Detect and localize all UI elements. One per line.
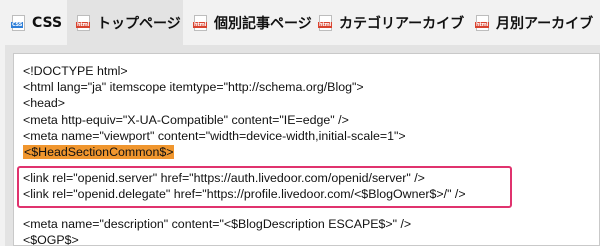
template-tab-bar: CSS CSS html トップページ html 個別記事ページ html カテ… <box>0 0 600 45</box>
html-file-icon: html <box>475 14 490 31</box>
tab-individual-article[interactable]: html 個別記事ページ <box>184 0 312 45</box>
code-line: <meta name="description" content="<$Blog… <box>23 217 412 231</box>
code-line: <html lang="ja" itemscope itemtype="http… <box>23 80 364 94</box>
code-line: <head> <box>23 96 66 110</box>
tab-label: 月別アーカイブ <box>496 15 594 32</box>
highlighted-tag: <$HeadSectionCommon$> <box>23 145 175 159</box>
tab-label: カテゴリアーカイブ <box>339 15 465 32</box>
code-line: <$HeadSectionCommon$> <box>23 144 175 160</box>
tab-top-page[interactable]: html トップページ <box>67 0 183 45</box>
code-line: <$OGP$> <box>23 233 79 246</box>
code-line: <meta http-equiv="X-UA-Compatible" conte… <box>23 113 349 127</box>
tab-label: 個別記事ページ <box>214 15 312 32</box>
html-file-icon: html <box>76 14 91 31</box>
code-line: <meta name="viewport" content="width=dev… <box>23 129 406 143</box>
html-file-icon: html <box>318 14 333 31</box>
tab-monthly-archive[interactable]: html 月別アーカイブ <box>466 0 600 45</box>
tab-css[interactable]: CSS CSS <box>2 0 66 45</box>
tab-label: トップページ <box>97 15 181 32</box>
code-line: <link rel="openid.delegate" href="https:… <box>23 187 466 201</box>
css-file-icon: CSS <box>11 14 25 31</box>
tab-category-archive[interactable]: html カテゴリアーカイブ <box>309 0 465 45</box>
template-editor-panel: <!DOCTYPE html> <html lang="ja" itemscop… <box>5 45 600 246</box>
tab-label: CSS <box>32 14 63 31</box>
code-line: <link rel="openid.server" href="https://… <box>23 171 425 185</box>
code-line: <!DOCTYPE html> <box>23 64 128 78</box>
code-editor[interactable]: <!DOCTYPE html> <html lang="ja" itemscop… <box>13 53 600 246</box>
html-file-icon: html <box>193 14 208 31</box>
